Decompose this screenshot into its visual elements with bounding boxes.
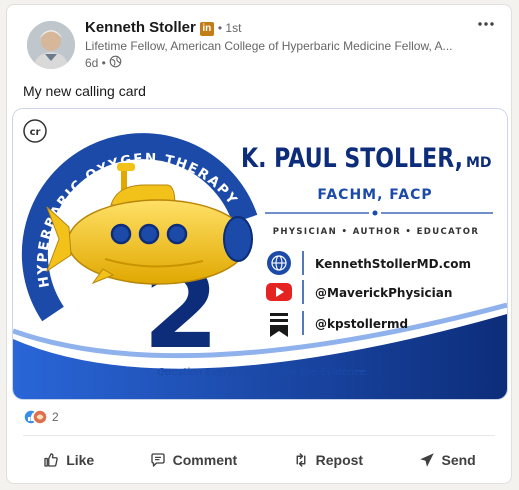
more-options-button[interactable] [477, 15, 495, 38]
author-headline: Lifetime Fellow, American College of Hyp… [85, 39, 453, 53]
card-name: K. PAUL STOLLER, [241, 143, 463, 174]
repost-icon [296, 453, 306, 467]
like-button[interactable]: Like [36, 447, 100, 473]
comment-button[interactable]: Comment [143, 447, 244, 473]
post-image[interactable]: cr HYPERBARIC OXYGEN THERAPY 2 K. PAUL S… [13, 109, 507, 399]
credentials: FACHM, FACP [317, 187, 432, 203]
avatar[interactable] [27, 21, 75, 69]
repost-button[interactable]: Repost [286, 447, 369, 473]
substack-text: @kpstollermd [315, 317, 408, 331]
reactions-summary[interactable]: 2 [23, 409, 59, 425]
linkedin-premium-badge: in [199, 22, 214, 36]
website-text: KennethStollerMD.com [315, 257, 471, 271]
comment-icon [150, 453, 165, 467]
post-meta: 6d • [85, 55, 122, 71]
send-button[interactable]: Send [412, 447, 482, 473]
social-actions: Like Comment Repost Send [15, 445, 503, 475]
connection-degree: • 1st [217, 21, 242, 35]
globe-icon [267, 251, 291, 275]
globe-icon [109, 55, 122, 71]
roles: PHYSICIAN • AUTHOR • EDUCATOR [273, 227, 480, 237]
reaction-count: 2 [52, 410, 59, 424]
author-name-line: Kenneth Stoller in • 1st [85, 19, 241, 36]
card-name-suffix: MD [466, 155, 492, 171]
cr-badge: cr [23, 119, 47, 143]
post-time: 6d • [85, 56, 106, 70]
youtube-text: @MaverickPhysician [315, 286, 452, 300]
divider [23, 435, 495, 436]
author-name[interactable]: Kenneth Stoller [85, 19, 196, 36]
post-text: My new calling card [23, 83, 146, 99]
youtube-icon [266, 283, 292, 301]
more-icon [478, 22, 494, 26]
send-icon [419, 453, 434, 467]
thumb-up-icon [44, 453, 58, 467]
svg-text:cr: cr [30, 127, 41, 138]
tagline: Question Everything. Follow the Evidence… [157, 367, 369, 378]
post-card: Kenneth Stoller in • 1st Lifetime Fellow, … [6, 4, 512, 484]
reaction-icons [23, 409, 48, 425]
